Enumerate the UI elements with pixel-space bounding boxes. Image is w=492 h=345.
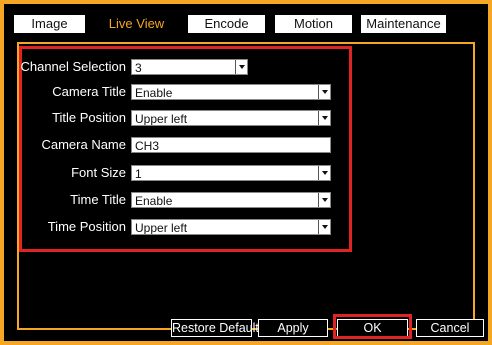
title-position-value: Upper left (135, 112, 188, 126)
tab-motion[interactable]: Motion (275, 15, 352, 33)
cancel-button[interactable]: Cancel (416, 319, 484, 337)
dvr-settings-frame: Image Live View Encode Motion Maintenanc… (0, 0, 492, 345)
chevron-down-icon[interactable] (318, 111, 330, 125)
camera-name-input[interactable]: CH3 (131, 137, 331, 153)
time-position-dropdown[interactable]: Upper left (131, 219, 331, 235)
camera-title-value: Enable (135, 86, 173, 100)
font-size-label: Font Size (71, 165, 126, 180)
font-size-value: 1 (135, 167, 142, 181)
chevron-down-icon[interactable] (318, 220, 330, 234)
chevron-down-icon[interactable] (318, 85, 330, 99)
tab-encode[interactable]: Encode (188, 15, 265, 33)
tab-live-view[interactable]: Live View (99, 15, 174, 33)
chevron-down-icon[interactable] (235, 60, 247, 74)
tab-bar: Image Live View Encode Motion Maintenanc… (4, 4, 488, 34)
tab-image[interactable]: Image (14, 15, 85, 33)
channel-selection-value: 3 (135, 61, 142, 75)
time-title-dropdown[interactable]: Enable (131, 192, 331, 208)
title-position-label: Title Position (52, 110, 126, 125)
channel-selection-label: Channel Selection (20, 59, 126, 74)
chevron-down-icon[interactable] (318, 166, 330, 180)
camera-title-dropdown[interactable]: Enable (131, 84, 331, 100)
time-position-value: Upper left (135, 221, 188, 235)
restore-default-button[interactable]: Restore Default (171, 319, 259, 337)
chevron-down-icon[interactable] (318, 193, 330, 207)
ok-button[interactable]: OK (337, 319, 408, 337)
camera-name-label: Camera Name (41, 137, 126, 152)
camera-title-label: Camera Title (52, 84, 126, 99)
font-size-dropdown[interactable]: 1 (131, 165, 331, 181)
channel-selection-dropdown[interactable]: 3 (131, 59, 248, 75)
time-title-value: Enable (135, 194, 173, 208)
apply-button[interactable]: Apply (258, 319, 328, 337)
tab-maintenance[interactable]: Maintenance (361, 15, 446, 33)
title-position-dropdown[interactable]: Upper left (131, 110, 331, 126)
settings-window: Image Live View Encode Motion Maintenanc… (4, 4, 488, 341)
camera-name-value: CH3 (135, 139, 160, 153)
time-title-label: Time Title (70, 192, 126, 207)
time-position-label: Time Position (47, 219, 126, 234)
